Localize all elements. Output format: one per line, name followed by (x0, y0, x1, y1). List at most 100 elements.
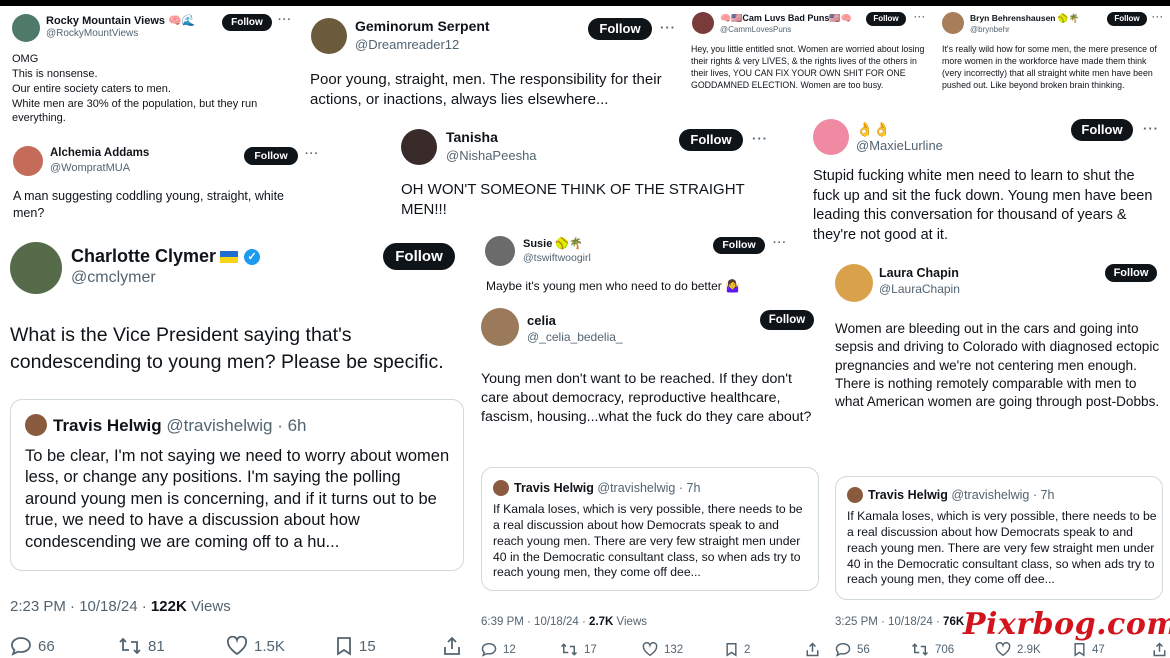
follow-button[interactable]: Follow (713, 237, 765, 254)
bookmark-action[interactable]: 15 (335, 636, 376, 656)
author-name[interactable]: celia (527, 313, 556, 328)
follow-button[interactable]: Follow (1071, 119, 1133, 141)
avatar[interactable] (401, 129, 437, 165)
reply-icon (11, 637, 31, 656)
timestamp[interactable]: 2:23 PM · 10/18/24 · (10, 598, 151, 615)
author-handle[interactable]: @tswiftwoogirl (523, 252, 591, 264)
quote-header: Travis Helwig @travishelwig · 6h (53, 416, 307, 436)
bookmark-action[interactable]: 47 (1073, 642, 1105, 657)
author-name[interactable]: Tanisha (446, 129, 498, 145)
repost-action[interactable]: 81 (118, 636, 165, 656)
author-name[interactable]: 👌👌 (856, 121, 891, 138)
follow-button[interactable]: Follow (1107, 12, 1147, 26)
avatar[interactable] (311, 18, 347, 54)
author-handle[interactable]: @CammLovesPuns (720, 25, 791, 34)
reply-action[interactable]: 56 (835, 642, 870, 657)
reply-action[interactable]: 12 (481, 642, 516, 657)
author-name[interactable]: Charlotte Clymer ✓ (71, 246, 261, 267)
more-icon[interactable]: ··· (1152, 12, 1164, 22)
follow-button[interactable]: Follow (222, 14, 272, 31)
tweet-meta: 3:25 PM · 10/18/24 · 76K (835, 616, 964, 628)
share-icon (1153, 642, 1166, 657)
more-icon[interactable]: ··· (1143, 121, 1159, 136)
author-handle[interactable]: @cmclymer (71, 269, 156, 287)
avatar[interactable] (835, 264, 873, 302)
repost-action[interactable]: 17 (560, 642, 597, 657)
author-handle[interactable]: @RockyMountViews (46, 28, 138, 39)
author-name-text: Charlotte Clymer (71, 246, 217, 266)
like-count: 2.9K (1017, 643, 1041, 656)
author-handle[interactable]: @MaxieLurline (856, 138, 943, 153)
author-handle[interactable]: @WompratMUA (50, 162, 130, 174)
tweet-geminorum: Geminorum Serpent @Dreamreader12 Follow … (300, 6, 684, 126)
avatar[interactable] (813, 119, 849, 155)
ukraine-flag-icon (220, 251, 239, 264)
heart-icon (226, 636, 248, 656)
timestamp[interactable]: 3:25 PM · 10/18/24 · (835, 616, 943, 628)
bookmark-action[interactable]: 2 (725, 642, 750, 657)
more-icon[interactable]: ··· (660, 20, 676, 35)
share-action[interactable] (1152, 642, 1170, 657)
author-name[interactable]: Bryn Behrenshausen 🥎🌴 (970, 13, 1079, 24)
avatar[interactable] (692, 12, 714, 34)
share-action[interactable] (442, 636, 468, 656)
tweet-text: It's really wild how for some men, the m… (942, 44, 1157, 90)
more-icon[interactable]: ··· (914, 12, 926, 22)
follow-button[interactable]: Follow (1105, 264, 1157, 282)
avatar (25, 414, 47, 436)
avatar[interactable] (485, 236, 515, 266)
author-handle[interactable]: @Dreamreader12 (355, 37, 459, 52)
avatar (847, 487, 863, 503)
tweet-meta: 2:23 PM · 10/18/24 · 122K Views (10, 598, 231, 615)
like-count: 1.5K (254, 637, 285, 655)
avatar[interactable] (13, 146, 43, 176)
timestamp[interactable]: 6:39 PM · 10/18/24 · (481, 616, 589, 628)
author-name[interactable]: Rocky Mountain Views 🧠🌊 (46, 14, 195, 27)
author-name[interactable]: Laura Chapin (879, 266, 959, 280)
share-action[interactable] (805, 642, 826, 657)
like-action[interactable]: 1.5K (226, 636, 285, 656)
tweet-text: Young men don't want to be reached. If t… (481, 371, 812, 426)
quote-text: If Kamala loses, which is very possible,… (493, 502, 803, 580)
follow-button[interactable]: Follow (760, 310, 814, 330)
avatar[interactable] (10, 242, 62, 294)
avatar[interactable] (481, 308, 519, 346)
follow-button[interactable]: Follow (244, 147, 298, 165)
more-icon[interactable]: ··· (278, 14, 292, 26)
quote-author: Travis Helwig (868, 488, 948, 502)
reply-action[interactable]: 66 (10, 636, 55, 656)
quote-text: If Kamala loses, which is very possible,… (847, 509, 1157, 587)
more-icon[interactable]: ··· (752, 131, 768, 146)
tweet-text: What is the Vice President saying that's… (10, 324, 444, 374)
bookmark-count: 2 (744, 643, 751, 656)
share-icon (444, 636, 460, 655)
repost-count: 17 (584, 643, 597, 656)
tweet-bryn: Bryn Behrenshausen 🥎🌴 @brynbehr Follow ·… (934, 6, 1170, 116)
like-action[interactable]: 132 (642, 642, 683, 657)
author-name[interactable]: 🧠🇺🇸Cam Luvs Bad Puns🇺🇸🧠 (720, 13, 852, 24)
author-handle[interactable]: @LauraChapin (879, 282, 960, 296)
author-name[interactable]: Alchemia Addams (50, 147, 149, 159)
quoted-tweet[interactable]: Travis Helwig @travishelwig · 7h If Kama… (835, 476, 1163, 600)
avatar[interactable] (12, 14, 40, 42)
author-name[interactable]: Susie 🥎🌴 (523, 237, 583, 250)
follow-button[interactable]: Follow (866, 12, 906, 26)
follow-button[interactable]: Follow (588, 18, 652, 40)
follow-button[interactable]: Follow (679, 129, 743, 151)
repost-action[interactable]: 706 (911, 642, 954, 657)
avatar[interactable] (942, 12, 964, 34)
author-handle[interactable]: @_celia_bedelia_ (527, 330, 623, 344)
follow-button[interactable]: Follow (383, 243, 455, 270)
quoted-tweet[interactable]: Travis Helwig @travishelwig · 7h If Kama… (481, 467, 819, 591)
author-name[interactable]: Geminorum Serpent (355, 18, 490, 34)
repost-count: 706 (935, 643, 955, 656)
tweet-text: Women are bleeding out in the cars and g… (835, 321, 1160, 410)
author-handle[interactable]: @brynbehr (970, 25, 1010, 34)
like-action[interactable]: 2.9K (995, 642, 1041, 657)
more-icon[interactable]: ··· (305, 148, 319, 160)
author-handle[interactable]: @NishaPeesha (446, 148, 537, 163)
quoted-tweet[interactable]: Travis Helwig @travishelwig · 6h To be c… (10, 399, 464, 571)
more-icon[interactable]: ··· (773, 237, 787, 249)
tweet-charlotte: Charlotte Clymer ✓ @cmclymer Follow What … (0, 236, 472, 658)
reply-icon (481, 642, 497, 657)
